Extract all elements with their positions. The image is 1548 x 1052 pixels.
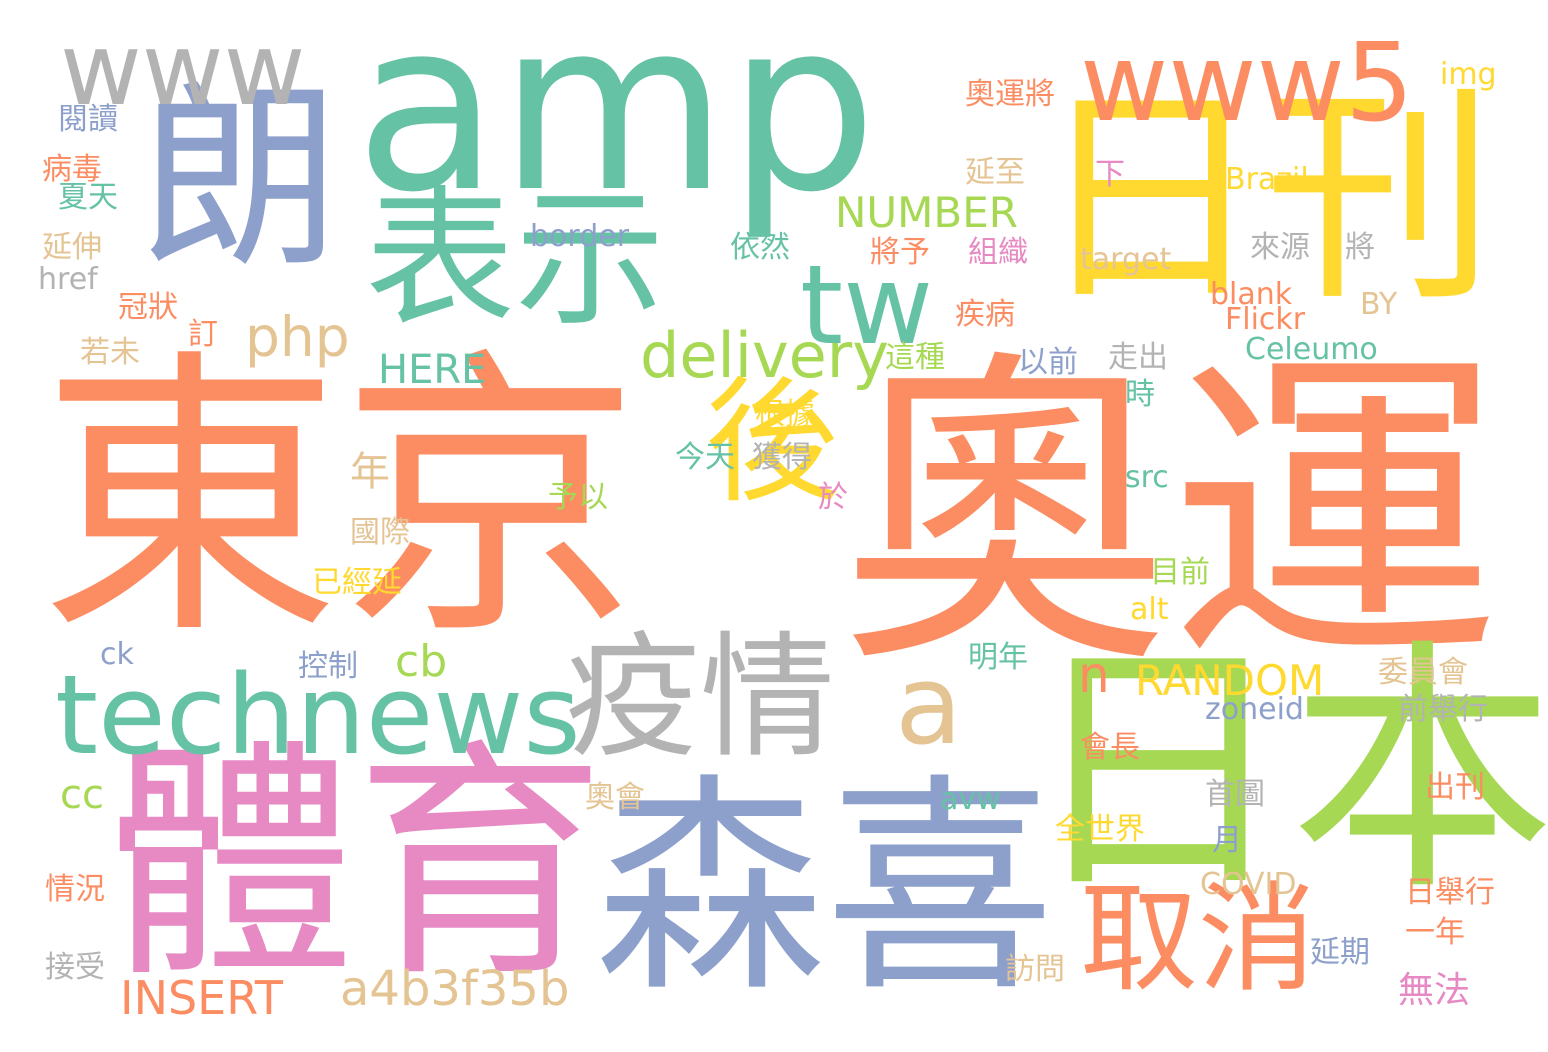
cloud-word: php: [245, 305, 350, 369]
cloud-word: 下: [1095, 157, 1125, 192]
cloud-word: alt: [1130, 592, 1169, 627]
cloud-word: 接受: [45, 950, 105, 985]
cloud-word: 這種: [885, 340, 945, 375]
cloud-word: target: [1080, 242, 1172, 277]
cloud-word: 前舉行: [1398, 692, 1488, 727]
cloud-word: 明年: [968, 640, 1028, 675]
cloud-word: 年: [350, 449, 390, 495]
cloud-word: 已經延: [312, 565, 402, 600]
cloud-word: img: [1440, 57, 1497, 92]
cloud-word: a4b3f35b: [340, 961, 570, 1017]
cloud-word: Brazil: [1225, 162, 1309, 197]
cloud-word: 閱讀: [58, 102, 118, 137]
cloud-word: INSERT: [120, 971, 283, 1025]
cloud-word: 奧會: [585, 780, 645, 815]
cloud-word: 訂: [188, 317, 218, 352]
cloud-word: 疾病: [955, 297, 1015, 332]
cloud-word: 目前: [1150, 555, 1210, 590]
cloud-word: 於: [818, 480, 848, 515]
cloud-word: ck: [100, 637, 134, 672]
cloud-word: border: [530, 219, 630, 254]
cloud-word: href: [38, 262, 98, 297]
cloud-word: 首圖: [1205, 777, 1265, 812]
cloud-word: 控制: [298, 649, 358, 684]
cloud-word: 全世界: [1055, 812, 1145, 847]
cloud-word: 情況: [45, 872, 105, 907]
cloud-word: cb: [395, 636, 448, 687]
cloud-word: 夏天: [58, 180, 118, 215]
cloud-word: 將: [1345, 230, 1375, 265]
cloud-word: Celeumo: [1245, 332, 1378, 367]
cloud-word: 將予: [870, 235, 930, 270]
cloud-word: 依然: [730, 230, 790, 265]
cloud-word: 延伸: [42, 230, 102, 265]
cloud-word: n: [1078, 646, 1110, 704]
cloud-word: 訪問: [1005, 952, 1065, 987]
cloud-word: 以前: [1018, 345, 1078, 380]
cloud-word: 組織: [968, 235, 1028, 270]
cloud-word: 時: [1125, 377, 1155, 412]
cloud-word: 延期: [1310, 935, 1370, 970]
cloud-word: 國際: [350, 515, 410, 550]
cloud-word: 委員會: [1378, 655, 1468, 690]
cloud-word: 若未: [80, 335, 140, 370]
cloud-word: a: [895, 641, 963, 769]
cloud-word: 予以: [548, 480, 608, 515]
cloud-word: 冠狀: [118, 290, 178, 325]
cloud-word: 出刊: [1425, 770, 1485, 805]
cloud-word: 疫情: [565, 619, 835, 776]
cloud-word: 會長: [1080, 730, 1140, 765]
cloud-word: src: [1125, 460, 1169, 495]
cloud-word: BY: [1360, 287, 1398, 322]
cloud-word: delivery: [640, 319, 889, 392]
cloud-word: 無法: [1398, 970, 1471, 1011]
cloud-word: NUMBER: [835, 188, 1018, 237]
cloud-word: zoneid: [1205, 692, 1304, 727]
cloud-word: 一年: [1405, 915, 1465, 950]
word-cloud: 東京 奧運 amp 日刊 體育 森喜 日本朗表示 疫情 technews www www5 取消後 tw…: [0, 0, 1548, 1052]
cloud-word: 根據: [755, 397, 815, 432]
cloud-word: HERE: [378, 347, 487, 393]
cloud-word: 奧運將: [965, 77, 1055, 112]
cloud-word: cc: [60, 772, 104, 818]
cloud-word: 日舉行: [1405, 875, 1495, 910]
cloud-word: 延至: [965, 155, 1025, 190]
cloud-word: 今天: [675, 440, 735, 475]
cloud-word: 來源: [1250, 230, 1310, 265]
cloud-word: 獲得: [752, 440, 812, 475]
cloud-word: 月: [1212, 823, 1242, 858]
cloud-word: COVID: [1200, 867, 1297, 902]
cloud-word: Flickr: [1225, 302, 1306, 337]
cloud-word: www5: [1080, 21, 1414, 146]
cloud-word: 表示: [365, 173, 666, 347]
cloud-word: avw: [940, 782, 1001, 817]
cloud-word: 走出: [1108, 340, 1168, 375]
